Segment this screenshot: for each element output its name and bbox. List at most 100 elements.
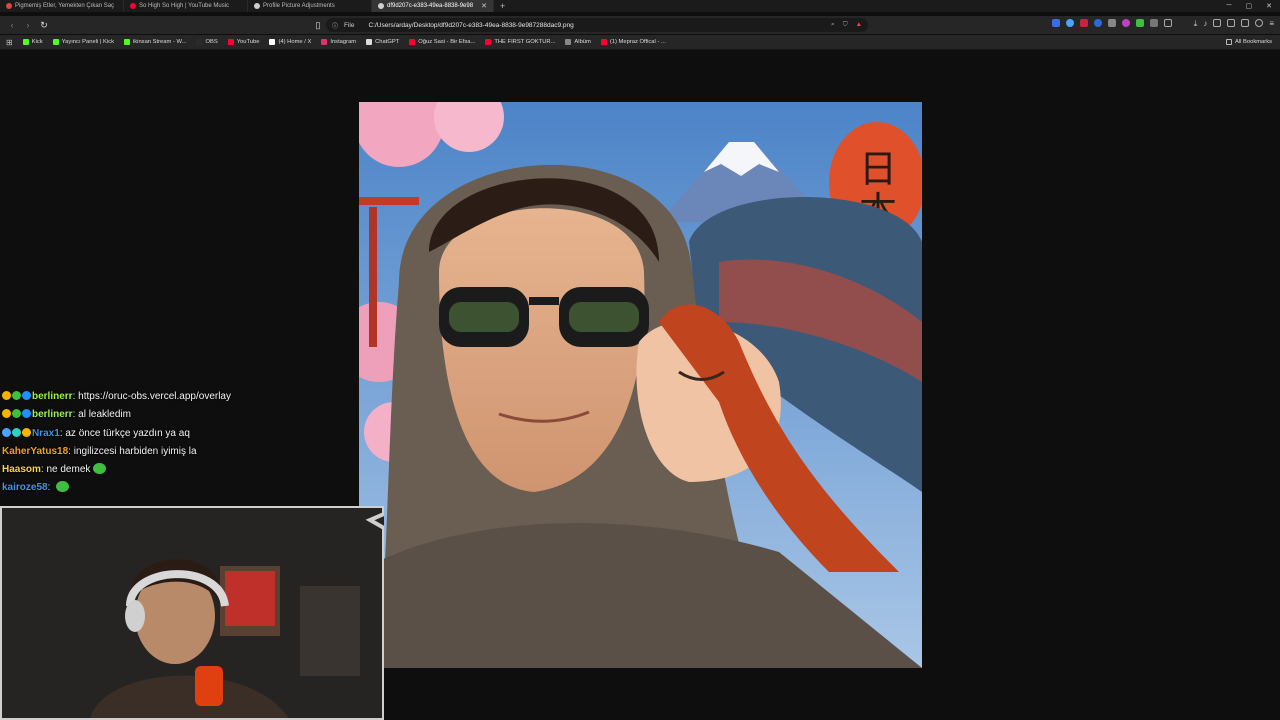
bookmark-label: ChatGPT: [375, 39, 400, 45]
bookmark-item[interactable]: Albüm: [565, 39, 591, 45]
close-window-button[interactable]: ✕: [1266, 2, 1272, 10]
menu-icon[interactable]: ≡: [1269, 19, 1274, 28]
new-tab-button[interactable]: +: [494, 1, 511, 11]
extension-icon[interactable]: [1093, 19, 1102, 27]
window-controls: ─ ▢ ✕: [1227, 2, 1280, 10]
reading-list-icon[interactable]: [1213, 19, 1222, 27]
chat-message: KaherYatus18: ingilizcesi harbiden iyimi…: [2, 443, 358, 461]
browser-toolbar: ‹ › ↻ ▯ ⓘ File C:/Users/arday/Desktop/df…: [0, 16, 1280, 34]
bookmark-label: THE FIRST GOKTUR...: [494, 39, 556, 45]
tab-list: Pigmemiş Etler, Yemekten Çıkan Saç So Hig…: [0, 0, 494, 12]
bookmark-favicon-icon: [52, 39, 59, 45]
chat-username: Nrax1: [32, 427, 60, 439]
split-view-icon[interactable]: [1227, 19, 1236, 27]
chat-badge-icon: [2, 427, 11, 437]
sidebar-icon[interactable]: [1163, 19, 1172, 27]
chat-username: berlinerr: [32, 391, 73, 402]
folder-icon: [1225, 39, 1232, 45]
webcam-overlay: [0, 506, 384, 720]
bookmark-list: Kick Yayıncı Paneli | Kick ikinsan Stream …: [22, 39, 666, 45]
tab-favicon-icon: [254, 3, 260, 9]
puzzle-icon[interactable]: [1149, 19, 1158, 27]
bookmark-item[interactable]: Yayıncı Paneli | Kick: [52, 39, 114, 45]
bookmark-favicon-icon: [196, 39, 203, 45]
svg-text:日: 日: [859, 147, 897, 191]
bookmark-item[interactable]: ikinsan Stream - W...: [123, 39, 186, 45]
chat-text: https://oruc-obs.vercel.app/overlay: [78, 391, 231, 402]
bookmark-label: OBS: [205, 39, 218, 45]
extension-icon[interactable]: [1107, 19, 1116, 27]
tab-label: Profile Picture Adjustments: [263, 3, 335, 9]
brave-shield-icon[interactable]: [1255, 19, 1264, 27]
bookmark-item[interactable]: Instagram: [321, 39, 356, 45]
bookmark-item[interactable]: (4) Home / X: [269, 39, 311, 45]
browser-tab[interactable]: Profile Picture Adjustments: [248, 0, 372, 12]
bookmark-star-icon[interactable]: ▯: [310, 20, 326, 31]
shield-icon[interactable]: ⛉: [843, 21, 848, 29]
bookmark-label: Oğuz Sasi - Bir Efsa...: [418, 39, 476, 45]
bookmark-item[interactable]: (1) Mepraz Offical - ...: [600, 39, 666, 45]
extension-icon[interactable]: [1065, 19, 1074, 27]
forward-button[interactable]: ›: [20, 20, 36, 30]
scheme-chip: File: [344, 21, 355, 29]
minimize-button[interactable]: ─: [1227, 2, 1232, 10]
extension-icon[interactable]: [1079, 19, 1088, 27]
bookmark-item[interactable]: Oğuz Sasi - Bir Efsa...: [409, 39, 475, 45]
address-bar[interactable]: ⓘ File C:/Users/arday/Desktop/df9d207c-e…: [326, 18, 868, 32]
bookmark-item[interactable]: THE FIRST GOKTUR...: [485, 39, 555, 45]
zoom-icon[interactable]: ⌕: [831, 21, 835, 29]
reload-button[interactable]: ↻: [36, 20, 52, 31]
all-bookmarks-button[interactable]: All Bookmarks: [1225, 39, 1272, 45]
bookmarks-bar: ⊞ Kick Yayıncı Paneli | Kick ikinsan Strea…: [0, 35, 1280, 50]
extension-icon[interactable]: [1121, 19, 1130, 27]
bookmark-label: Instagram: [330, 39, 357, 45]
extension-icon[interactable]: [1051, 19, 1060, 27]
url-text[interactable]: C:/Users/arday/Desktop/df9d207c-e383-49e…: [369, 22, 574, 29]
music-icon[interactable]: ♪: [1203, 19, 1207, 28]
bookmark-item[interactable]: YouTube: [227, 39, 260, 45]
bookmark-label: YouTube: [236, 39, 260, 45]
chat-separator: :: [47, 482, 54, 494]
tab-strip: Pigmemiş Etler, Yemekten Çıkan Saç So Hig…: [0, 0, 1280, 12]
chat-badge-icon: [22, 427, 31, 437]
chat-username: kairoze58: [2, 482, 48, 494]
chat-badge-icon: [2, 409, 11, 419]
chat-badge-icon: [12, 427, 21, 437]
wallet-icon[interactable]: [1241, 19, 1250, 27]
chat-message: kairoze58:: [2, 479, 358, 497]
bookmark-label: (1) Mepraz Offical - ...: [609, 39, 666, 45]
maximize-button[interactable]: ▢: [1246, 2, 1253, 10]
bookmark-item[interactable]: Kick: [22, 39, 43, 45]
bookmark-favicon-icon: [409, 39, 416, 45]
close-tab-icon[interactable]: ✕: [481, 2, 487, 10]
download-icon[interactable]: ⤓: [1194, 19, 1198, 28]
chat-message: berlinerr: al leakledim: [2, 406, 358, 424]
chat-badge-icon: [12, 409, 21, 419]
browser-tab[interactable]: Pigmemiş Etler, Yemekten Çıkan Saç: [0, 0, 124, 12]
chat-badge-icon: [22, 391, 31, 400]
chat-message: Haasom: ne demek: [2, 461, 358, 479]
chat-text: al leakledim: [78, 409, 131, 421]
tab-label: Pigmemiş Etler, Yemekten Çıkan Saç: [15, 3, 115, 9]
chat-emote-icon: [56, 481, 70, 493]
all-bookmarks-label: All Bookmarks: [1234, 39, 1272, 45]
bookmark-favicon-icon: [227, 39, 234, 45]
bookmark-item[interactable]: ChatGPT: [366, 39, 399, 45]
chat-overlay: berlinerr: https://oruc-obs.vercel.app/o…: [2, 388, 358, 498]
bookmark-item[interactable]: OBS: [196, 39, 218, 45]
extension-icon[interactable]: [1135, 19, 1144, 27]
chat-message: berlinerr: https://oruc-obs.vercel.app/o…: [2, 388, 358, 406]
browser-tab[interactable]: So High So High | YouTube Music: [124, 0, 248, 12]
bookmark-label: Kick: [31, 39, 43, 45]
chat-username: berlinerr: [32, 409, 73, 421]
chat-username: KaherYatus18: [2, 445, 69, 457]
browser-tab[interactable]: df9d207c-e383-49ea-8838-9e98 ✕: [372, 0, 494, 12]
back-button[interactable]: ‹: [4, 20, 20, 30]
chat-emote-icon: [93, 463, 107, 475]
extensions-area: ⤓ ♪ ≡: [1051, 19, 1274, 28]
displayed-image[interactable]: 日 本: [359, 102, 922, 668]
chat-badge-icon: [2, 391, 11, 400]
chat-username: Haasom: [2, 464, 41, 476]
warning-icon[interactable]: ▲: [856, 21, 862, 29]
apps-grid-icon[interactable]: ⊞: [6, 38, 13, 47]
